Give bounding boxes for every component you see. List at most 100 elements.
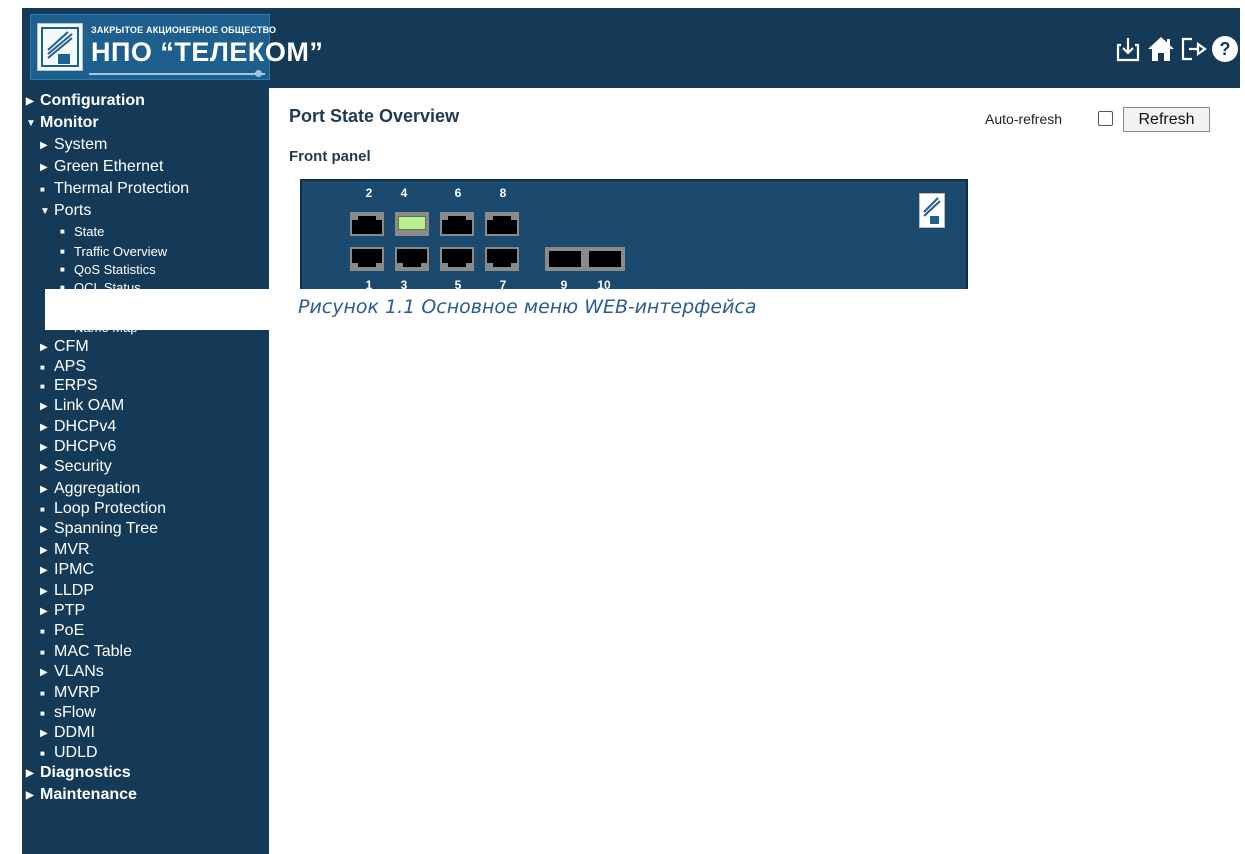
sidebar-item-label: Security (54, 458, 112, 475)
sidebar-item-dhcpv4[interactable]: ▶ DHCPv4 (40, 418, 116, 436)
sidebar-item-label: PoE (54, 622, 85, 639)
caret-right-icon: ▶ (40, 139, 48, 151)
caret-right-icon: ▶ (40, 341, 48, 353)
bullet-icon: ■ (40, 362, 45, 372)
sidebar-item-green-ethernet[interactable]: ▶ Green Ethernet (40, 158, 163, 176)
sidebar-item-label: APS (54, 358, 87, 375)
caret-right-icon: ▶ (40, 585, 48, 597)
sidebar-item-dhcpv6[interactable]: ▶ DHCPv6 (40, 438, 116, 456)
port-label-7: 7 (499, 278, 507, 289)
caret-right-icon: ▶ (40, 441, 48, 453)
refresh-button[interactable]: Refresh (1123, 107, 1210, 132)
sidebar-item-label: Spanning Tree (54, 520, 159, 537)
sidebar-item-monitor[interactable]: ▼ Monitor (26, 114, 99, 132)
sidebar-item-label: PTP (54, 602, 86, 619)
bullet-icon: ■ (60, 227, 65, 236)
port-9[interactable] (545, 247, 585, 271)
port-8[interactable] (485, 212, 519, 236)
sidebar-item-aps[interactable]: ■ APS (40, 358, 86, 376)
sidebar-item-label: sFlow (54, 704, 96, 721)
sidebar-item-ipmc[interactable]: ▶ IPMC (40, 561, 94, 579)
bullet-icon: ■ (40, 748, 45, 758)
sidebar-item-ports[interactable]: ▼ Ports (40, 202, 91, 220)
logo-title: НПО “ТЕЛЕКОМ” (91, 37, 324, 67)
port-label-9: 9 (560, 278, 568, 289)
sidebar-item-label: MAC Table (54, 643, 132, 660)
sidebar-item-label: DHCPv4 (54, 418, 117, 435)
sidebar-item-diagnostics[interactable]: ▶ Diagnostics (26, 764, 131, 782)
sidebar-item-ddmi[interactable]: ▶ DDMI (40, 724, 95, 742)
bullet-icon: ■ (40, 381, 45, 391)
auto-refresh-label: Auto-refresh (985, 111, 1063, 127)
sidebar-item-label: Thermal Protection (54, 180, 190, 197)
sidebar-item-udld[interactable]: ■ UDLD (40, 744, 98, 762)
caret-right-icon: ▶ (40, 483, 48, 495)
bullet-icon: ■ (40, 504, 45, 514)
auto-refresh-checkbox[interactable] (1098, 111, 1113, 126)
help-glyph: ? (1220, 39, 1231, 59)
caret-down-icon: ▼ (40, 205, 50, 217)
sidebar-item-thermal-protection[interactable]: ■ Thermal Protection (40, 180, 189, 198)
port-5[interactable] (440, 247, 474, 271)
bullet-icon: ■ (40, 184, 45, 194)
sidebar-item-state[interactable]: ■ State (60, 224, 104, 239)
sidebar-item-label: ERPS (54, 377, 98, 394)
sidebar-item-label: UDLD (54, 744, 98, 761)
sidebar-item-erps[interactable]: ■ ERPS (40, 377, 98, 395)
sidebar-item-lldp[interactable]: ▶ LLDP (40, 582, 94, 600)
sidebar-item-ptp[interactable]: ▶ PTP (40, 602, 85, 620)
sidebar-item-link-oam[interactable]: ▶ Link OAM (40, 397, 124, 415)
sidebar-item-qos-statistics[interactable]: ■ QoS Statistics (60, 262, 156, 277)
caret-right-icon: ▶ (40, 727, 48, 739)
logo-emblem-icon (37, 23, 83, 71)
caret-right-icon: ▶ (26, 789, 34, 801)
bullet-icon: ■ (40, 626, 45, 636)
front-panel-heading: Front panel (289, 148, 371, 165)
sidebar-item-mvrp[interactable]: ■ MVRP (40, 684, 100, 702)
caret-right-icon: ▶ (26, 95, 34, 107)
sidebar-item-spanning-tree[interactable]: ▶ Spanning Tree (40, 520, 158, 538)
port-6[interactable] (440, 212, 474, 236)
panel-logo-icon (919, 193, 945, 228)
sidebar-item-configuration[interactable]: ▶ Configuration (26, 92, 145, 110)
port-label-5: 5 (454, 278, 462, 289)
sidebar-item-label: Configuration (40, 92, 145, 109)
sidebar-item-label: Monitor (40, 114, 99, 131)
sidebar-item-poe[interactable]: ■ PoE (40, 622, 84, 640)
sidebar-item-loop-protection[interactable]: ■ Loop Protection (40, 500, 166, 518)
sidebar-item-mvr[interactable]: ▶ MVR (40, 541, 90, 559)
caret-right-icon: ▶ (40, 461, 48, 473)
sidebar-item-label: Ports (54, 202, 92, 219)
bullet-icon: ■ (60, 265, 65, 274)
port-2[interactable] (350, 212, 384, 236)
sidebar-item-label: Traffic Overview (74, 244, 168, 259)
bullet-icon: ■ (40, 647, 45, 657)
port-7[interactable] (485, 247, 519, 271)
port-3[interactable] (395, 247, 429, 271)
logout-icon[interactable] (1179, 34, 1209, 64)
sidebar-item-maintenance[interactable]: ▶ Maintenance (26, 786, 137, 804)
sidebar-item-label: DDMI (54, 724, 95, 741)
sidebar-item-aggregation[interactable]: ▶ Aggregation (40, 480, 140, 498)
home-icon[interactable] (1146, 34, 1176, 64)
logo-subtitle: ЗАКРЫТОЕ АКЦИОНЕРНОЕ ОБЩЕСТВО (91, 25, 277, 35)
sidebar-item-cfm[interactable]: ▶ CFM (40, 338, 89, 356)
sidebar-item-mac-table[interactable]: ■ MAC Table (40, 643, 132, 661)
sidebar-item-traffic-overview[interactable]: ■ Traffic Overview (60, 244, 167, 259)
help-icon[interactable]: ? (1210, 34, 1240, 64)
port-4[interactable] (395, 212, 429, 236)
port-label-10: 10 (597, 278, 611, 289)
bullet-icon: ■ (40, 688, 45, 698)
sidebar-item-label: IPMC (54, 561, 94, 578)
sidebar-item-sflow[interactable]: ■ sFlow (40, 704, 96, 722)
sidebar-item-security[interactable]: ▶ Security (40, 458, 112, 476)
port-10[interactable] (585, 247, 625, 271)
figure-caption: Рисунок 1.1 Основное меню WEB-интерфейса (298, 296, 757, 318)
caret-right-icon: ▶ (40, 523, 48, 535)
sidebar-item-system[interactable]: ▶ System (40, 136, 107, 154)
port-1[interactable] (350, 247, 384, 271)
sidebar-cover (45, 289, 269, 330)
download-icon[interactable] (1113, 34, 1143, 64)
caret-right-icon: ▶ (40, 564, 48, 576)
sidebar-item-vlans[interactable]: ▶ VLANs (40, 663, 104, 681)
